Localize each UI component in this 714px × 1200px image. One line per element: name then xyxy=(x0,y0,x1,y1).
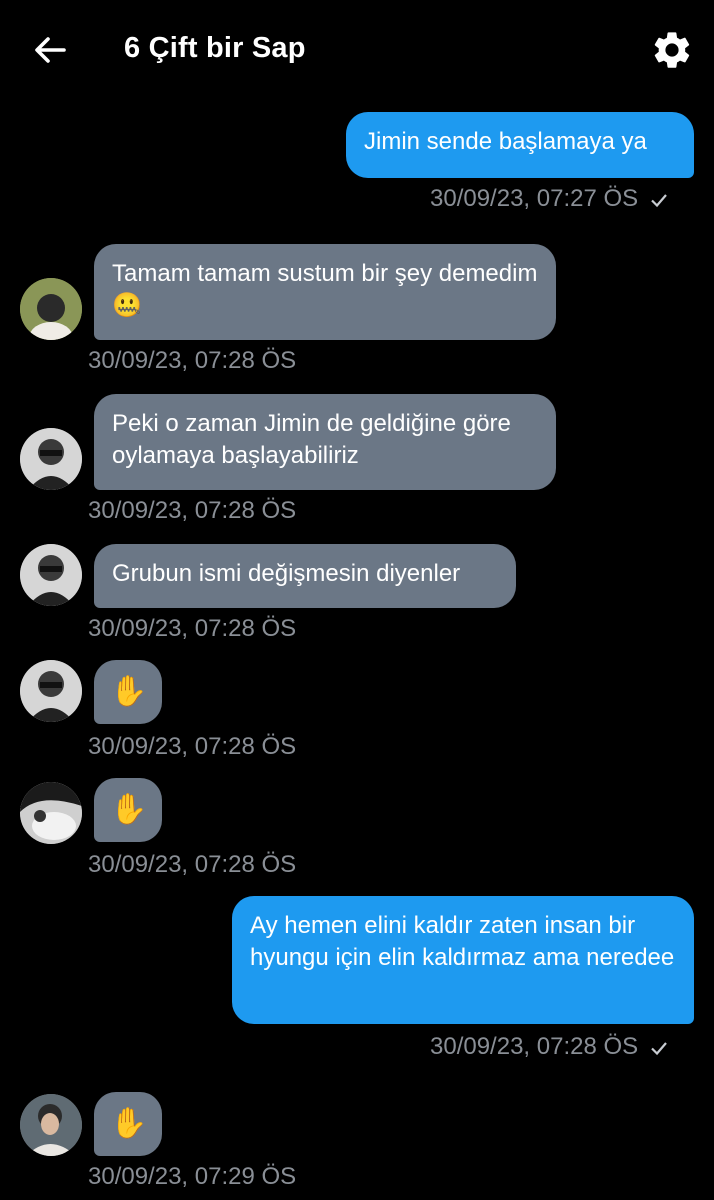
message-timestamp: 30/09/23, 07:27 ÖS xyxy=(430,184,670,214)
avatar[interactable] xyxy=(20,278,82,340)
message-timestamp: 30/09/23, 07:28 ÖS xyxy=(88,851,297,878)
message-timestamp: 30/09/23, 07:28 ÖS xyxy=(430,1032,670,1062)
raised-hand-emoji: ✋ xyxy=(110,793,148,826)
message-bubble-incoming[interactable]: ✋ xyxy=(94,778,162,842)
avatar[interactable] xyxy=(20,544,82,606)
message-bubble-incoming[interactable]: ✋ xyxy=(94,1092,162,1156)
message-bubble-incoming[interactable]: Peki o zaman Jimin de geldiğine göre oyl… xyxy=(94,394,556,490)
message-bubble-incoming[interactable]: Tamam tamam sustum bir şey demedim🤐 xyxy=(94,244,556,340)
message-text: Grubun ismi değişmesin diyenler xyxy=(112,560,461,587)
message-text: Jimin sende başlamaya ya xyxy=(364,128,647,155)
avatar[interactable] xyxy=(20,1094,82,1156)
message-text: Ay hemen elini kaldır zaten insan bir hy… xyxy=(250,912,675,971)
avatar[interactable] xyxy=(20,428,82,490)
message-timestamp: 30/09/23, 07:28 ÖS xyxy=(88,733,297,760)
raised-hand-emoji: ✋ xyxy=(110,1107,148,1140)
check-icon xyxy=(651,1041,668,1055)
message-list: Jimin sende başlamaya ya 30/09/23, 07:27… xyxy=(0,0,714,1200)
message-bubble-outgoing[interactable]: Jimin sende başlamaya ya xyxy=(346,112,694,178)
message-bubble-incoming[interactable]: ✋ xyxy=(94,660,162,724)
message-timestamp: 30/09/23, 07:28 ÖS xyxy=(88,497,297,524)
message-text: Peki o zaman Jimin de geldiğine göre oyl… xyxy=(112,410,511,469)
message-timestamp: 30/09/23, 07:28 ÖS xyxy=(88,615,297,642)
message-text: Tamam tamam sustum bir şey demedim🤐 xyxy=(112,260,538,319)
message-bubble-outgoing[interactable]: Ay hemen elini kaldır zaten insan bir hy… xyxy=(232,896,694,1024)
message-timestamp: 30/09/23, 07:28 ÖS xyxy=(88,347,297,374)
message-bubble-incoming[interactable]: Grubun ismi değişmesin diyenler xyxy=(94,544,516,608)
avatar[interactable] xyxy=(20,782,82,844)
message-timestamp: 30/09/23, 07:29 ÖS xyxy=(88,1163,297,1190)
avatar[interactable] xyxy=(20,660,82,722)
check-icon xyxy=(651,193,668,207)
raised-hand-emoji: ✋ xyxy=(110,675,148,708)
